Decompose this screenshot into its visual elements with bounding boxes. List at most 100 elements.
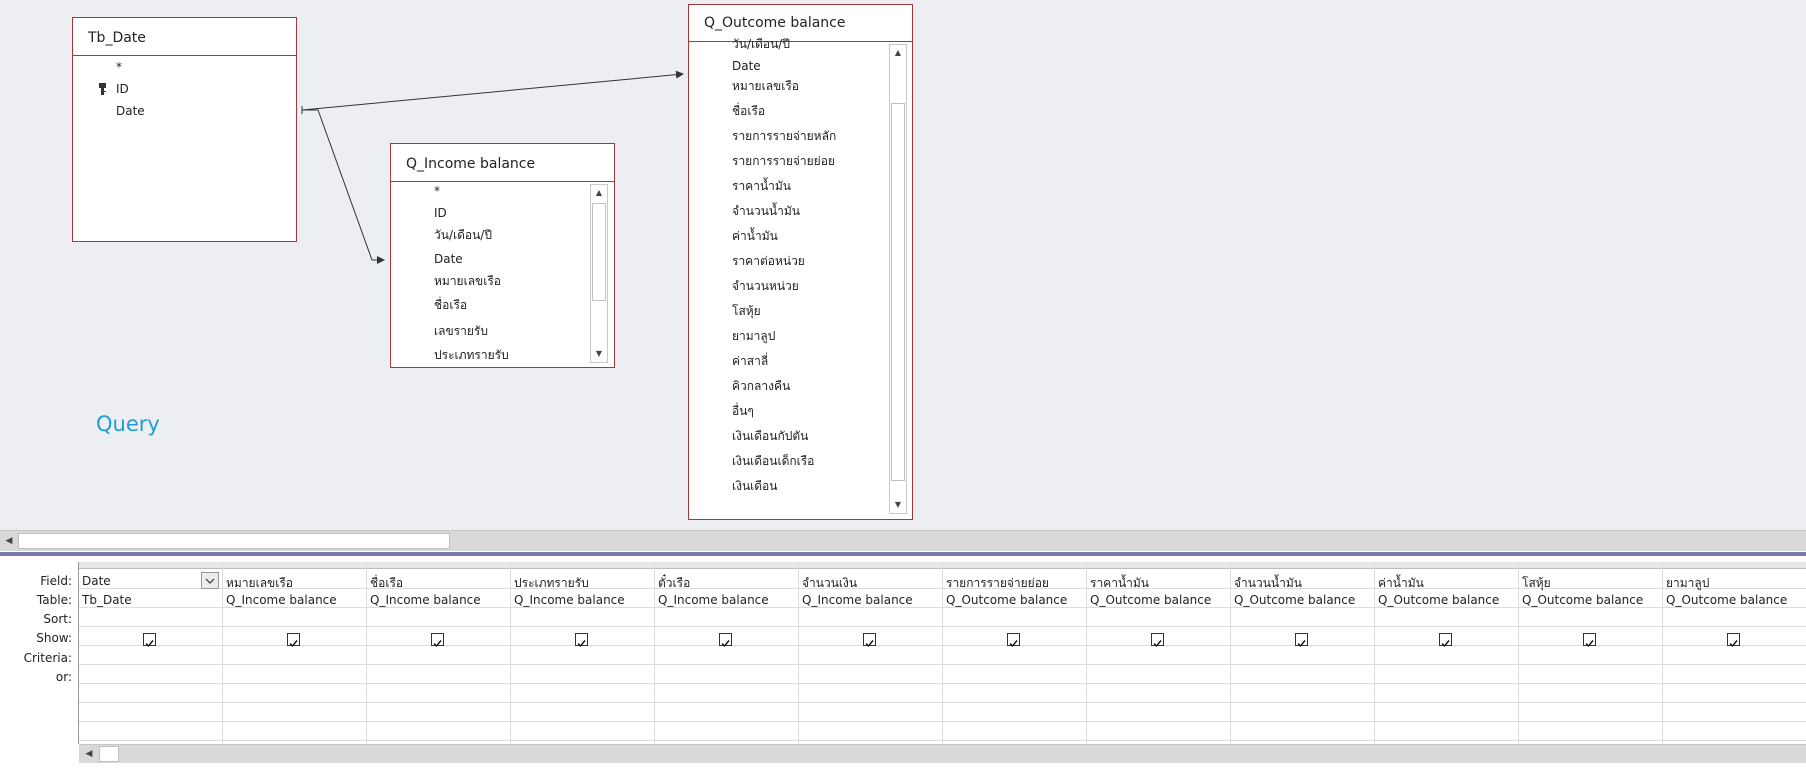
grid-table-cell[interactable]: Q_Outcome balance bbox=[946, 593, 1084, 607]
table-q-income-balance[interactable]: Q_Income balance * ID วัน/เดือน/ปี Date … bbox=[390, 143, 615, 368]
field-item[interactable]: วัน/เดือน/ปี bbox=[732, 35, 790, 54]
scrollbar-thumb[interactable] bbox=[891, 103, 905, 481]
show-checkbox[interactable] bbox=[287, 633, 300, 648]
field-item[interactable]: * bbox=[434, 184, 440, 198]
show-checkbox[interactable] bbox=[575, 633, 588, 648]
grid-table-cell[interactable]: Q_Income balance bbox=[226, 593, 364, 607]
scrollbar-thumb[interactable] bbox=[18, 533, 450, 549]
show-checkbox[interactable] bbox=[143, 633, 156, 648]
field-item[interactable]: ชื่อเรือ bbox=[434, 296, 467, 315]
grid-field-cell[interactable]: ตั๋วเรือ bbox=[658, 574, 796, 593]
grid-sort-cell[interactable] bbox=[370, 612, 508, 628]
grid-field-cell[interactable]: จำนวนน้ำมัน bbox=[1234, 574, 1372, 593]
field-item[interactable]: ค่าสาลี่ bbox=[732, 352, 768, 371]
grid-field-cell[interactable]: ราคาน้ำมัน bbox=[1090, 574, 1228, 593]
grid-sort-cell[interactable] bbox=[514, 612, 652, 628]
grid-sort-cell[interactable] bbox=[658, 612, 796, 628]
field-item[interactable]: ราคาต่อหน่วย bbox=[732, 252, 805, 271]
grid-table-cell[interactable]: Q_Outcome balance bbox=[1090, 593, 1228, 607]
grid-table-cell[interactable]: Q_Income balance bbox=[370, 593, 508, 607]
show-checkbox[interactable] bbox=[1295, 633, 1308, 648]
field-item[interactable]: ค่าน้ำมัน bbox=[732, 227, 778, 246]
grid-sort-cell[interactable] bbox=[82, 612, 220, 628]
scroll-down-icon[interactable]: ▼ bbox=[890, 497, 906, 513]
grid-field-cell[interactable]: ประเภทรายรับ bbox=[514, 574, 652, 593]
grid-sort-cell[interactable] bbox=[1522, 612, 1660, 628]
grid-sort-cell[interactable] bbox=[1234, 612, 1372, 628]
field-item[interactable]: Date bbox=[116, 104, 145, 118]
grid-sort-cell[interactable] bbox=[1090, 612, 1228, 628]
grid-field-cell[interactable]: รายการรายจ่ายย่อย bbox=[946, 574, 1084, 593]
grid-table-cell[interactable]: Q_Outcome balance bbox=[1378, 593, 1516, 607]
grid-field-cell[interactable]: ค่าน้ำมัน bbox=[1378, 574, 1516, 593]
grid-field-cell[interactable]: ชื่อเรือ bbox=[370, 574, 508, 593]
grid-field-cell[interactable]: ยามาลูป bbox=[1666, 574, 1804, 593]
field-item[interactable]: ยามาลูป bbox=[732, 327, 775, 346]
grid-horizontal-scrollbar[interactable]: ◀ bbox=[79, 744, 1806, 763]
field-item[interactable]: จำนวนน้ำมัน bbox=[732, 202, 800, 221]
grid-table-cell[interactable]: Q_Income balance bbox=[514, 593, 652, 607]
vertical-scrollbar[interactable]: ▲ ▼ bbox=[889, 44, 907, 514]
field-item[interactable]: เงินเดือนเด็กเรือ bbox=[732, 452, 814, 471]
field-item[interactable]: รายการรายจ่ายหลัก bbox=[732, 127, 836, 146]
show-checkbox[interactable] bbox=[1151, 633, 1164, 648]
query-design-grid[interactable]: Field: Table: Sort: Show: Criteria: or: … bbox=[0, 560, 1806, 772]
field-item[interactable]: Date bbox=[434, 252, 463, 266]
field-item[interactable]: โสหุ้ย bbox=[732, 302, 761, 321]
query-design-area[interactable]: Tb_Date * ID Date Q_Income balance * ID … bbox=[0, 0, 1806, 530]
field-item[interactable]: คิวกลางคืน bbox=[732, 377, 790, 396]
grid-table-cell[interactable]: Q_Income balance bbox=[658, 593, 796, 607]
grid-table-cell[interactable]: Tb_Date bbox=[82, 593, 220, 607]
show-checkbox[interactable] bbox=[1583, 633, 1596, 648]
field-item[interactable]: วัน/เดือน/ปี bbox=[434, 226, 492, 245]
grid-sort-cell[interactable] bbox=[946, 612, 1084, 628]
field-item[interactable]: * bbox=[116, 60, 122, 74]
field-item[interactable]: เงินเดือนกัปตัน bbox=[732, 427, 808, 446]
show-checkbox[interactable] bbox=[1727, 633, 1740, 648]
grid-sort-cell[interactable] bbox=[226, 612, 364, 628]
table-tb-date[interactable]: Tb_Date * ID Date bbox=[72, 17, 297, 242]
show-checkbox[interactable] bbox=[1007, 633, 1020, 648]
join-line-outcome[interactable] bbox=[301, 70, 684, 111]
table-q-outcome-balance[interactable]: Q_Outcome balance วัน/เดือน/ปี Date หมาย… bbox=[688, 4, 913, 520]
grid-field-cell[interactable]: Date bbox=[82, 574, 196, 588]
column-dropdown-button[interactable] bbox=[201, 572, 219, 589]
grid-table-cell[interactable]: Q_Outcome balance bbox=[1666, 593, 1804, 607]
field-item[interactable]: ID bbox=[116, 82, 129, 96]
field-item[interactable]: Date bbox=[732, 59, 761, 73]
field-item[interactable]: ประเภทรายรับ bbox=[434, 346, 509, 365]
field-item[interactable]: เลขรายรับ bbox=[434, 322, 488, 341]
scroll-left-icon[interactable]: ◀ bbox=[81, 746, 97, 762]
field-item[interactable]: ราคาน้ำมัน bbox=[732, 177, 791, 196]
field-item[interactable]: ID bbox=[434, 206, 447, 220]
show-checkbox[interactable] bbox=[1439, 633, 1452, 648]
field-item[interactable]: เงินเดือน bbox=[732, 477, 777, 496]
grid-table-cell[interactable]: Q_Outcome balance bbox=[1234, 593, 1372, 607]
scrollbar-thumb[interactable] bbox=[99, 746, 119, 762]
pane-splitter[interactable] bbox=[0, 552, 1806, 556]
grid-sort-cell[interactable] bbox=[1666, 612, 1804, 628]
grid-sort-cell[interactable] bbox=[802, 612, 940, 628]
grid-table-cell[interactable]: Q_Outcome balance bbox=[1522, 593, 1660, 607]
grid-field-cell[interactable]: จำนวนเงิน bbox=[802, 574, 940, 593]
show-checkbox[interactable] bbox=[431, 633, 444, 648]
field-item[interactable]: จำนวนหน่วย bbox=[732, 277, 799, 296]
scroll-up-icon[interactable]: ▲ bbox=[890, 45, 906, 61]
grid-field-cell[interactable]: หมายเลขเรือ bbox=[226, 574, 364, 593]
vertical-scrollbar[interactable]: ▲ ▼ bbox=[590, 184, 608, 363]
show-checkbox[interactable] bbox=[719, 633, 732, 648]
grid-field-cell[interactable]: โสหุ้ย bbox=[1522, 574, 1660, 593]
grid-sort-cell[interactable] bbox=[1378, 612, 1516, 628]
join-line-income[interactable] bbox=[302, 109, 385, 264]
field-item[interactable]: หมายเลขเรือ bbox=[434, 272, 501, 291]
field-item[interactable]: อื่นๆ bbox=[732, 402, 754, 421]
scroll-down-icon[interactable]: ▼ bbox=[591, 346, 607, 362]
field-item[interactable]: หมายเลขเรือ bbox=[732, 77, 799, 96]
designer-horizontal-scrollbar[interactable]: ◀ bbox=[0, 530, 1806, 551]
grid-table-cell[interactable]: Q_Income balance bbox=[802, 593, 940, 607]
show-checkbox[interactable] bbox=[863, 633, 876, 648]
scroll-left-icon[interactable]: ◀ bbox=[2, 533, 16, 549]
field-item[interactable]: ชื่อเรือ bbox=[732, 102, 765, 121]
field-item[interactable]: รายการรายจ่ายย่อย bbox=[732, 152, 835, 171]
scrollbar-thumb[interactable] bbox=[592, 203, 606, 301]
